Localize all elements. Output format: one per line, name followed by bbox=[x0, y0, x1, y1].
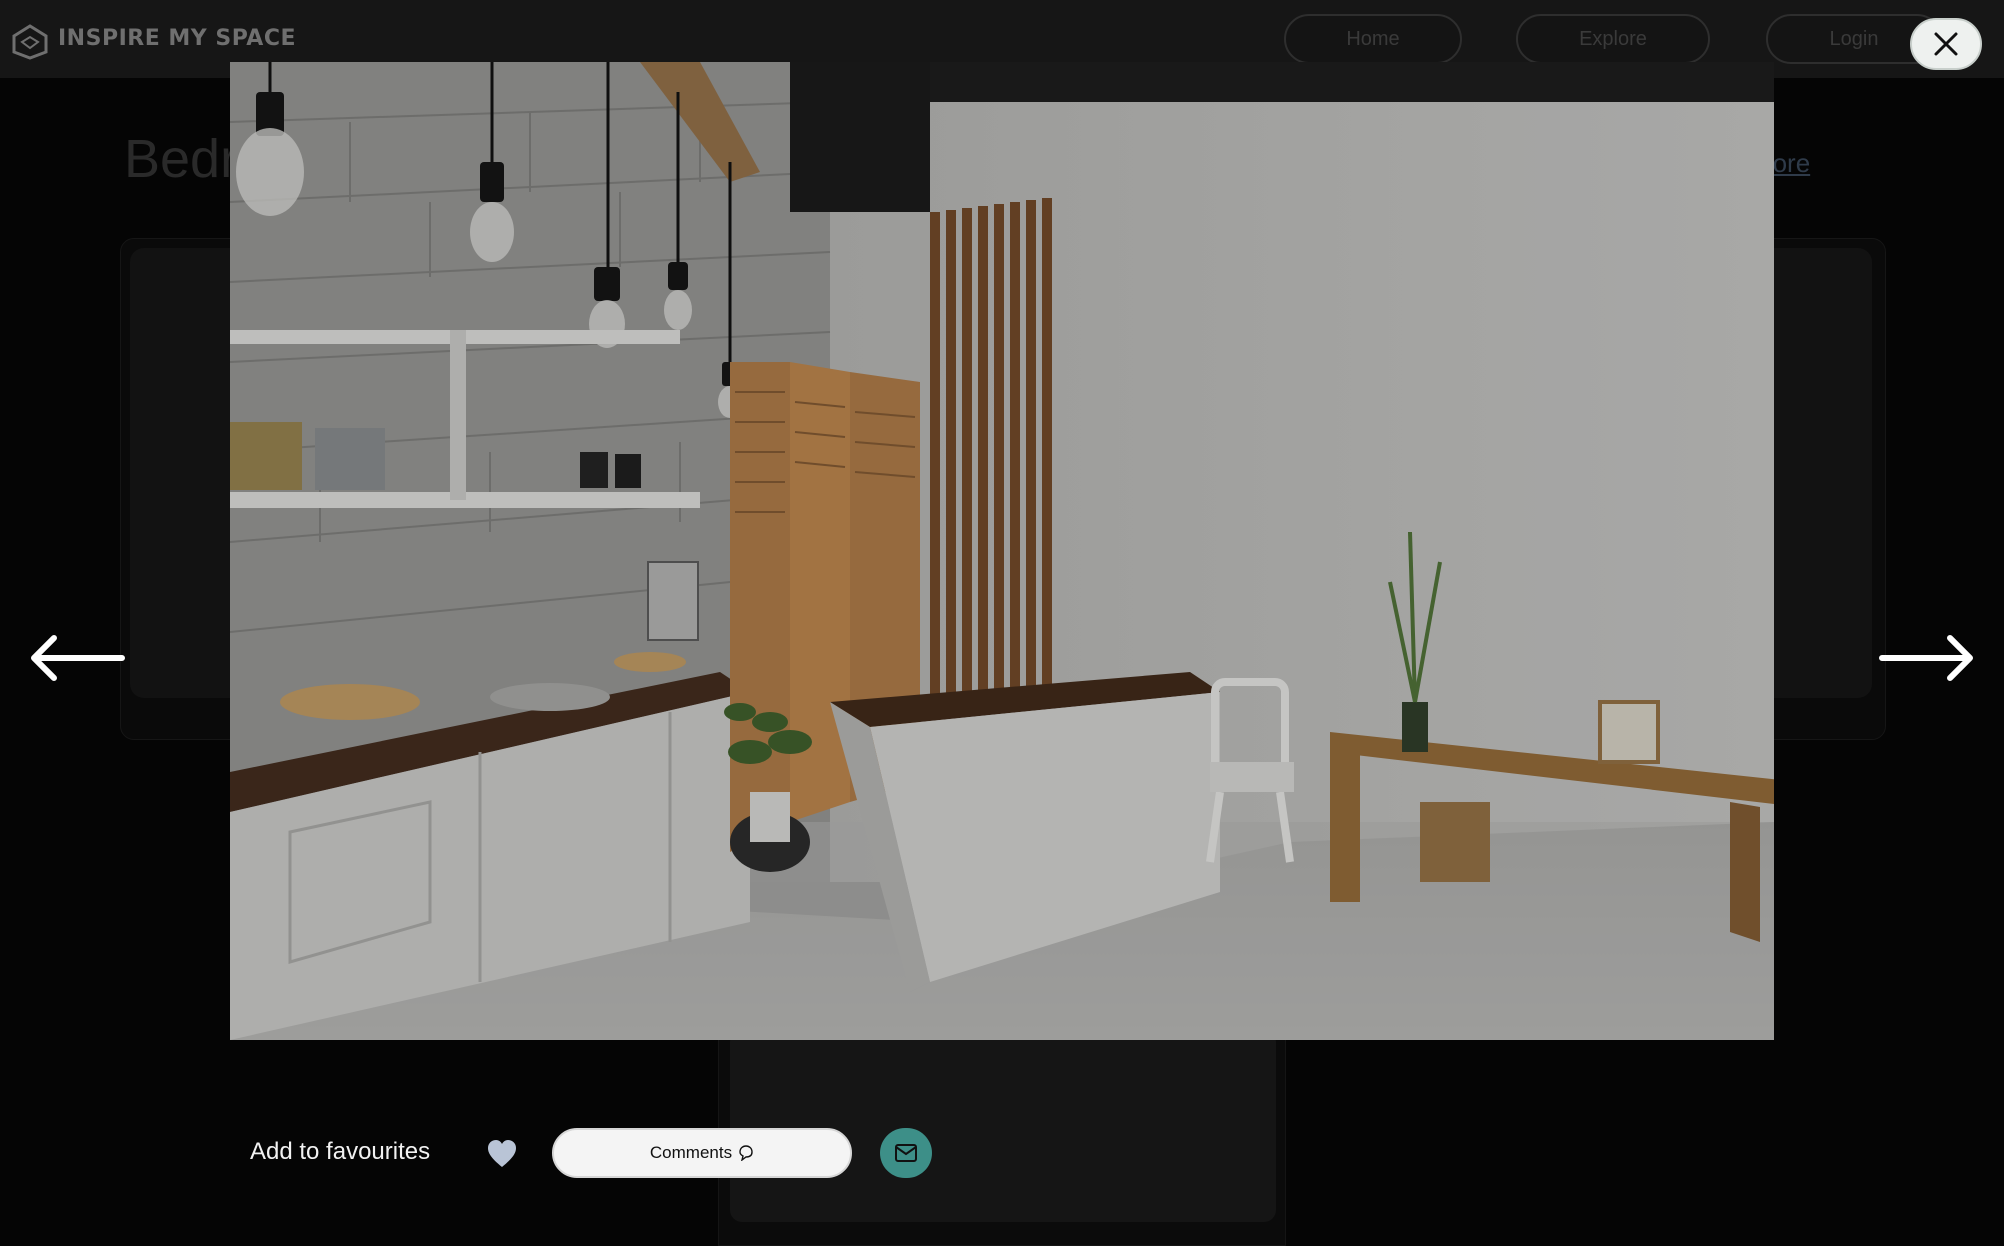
nav-home-button[interactable]: Home bbox=[1284, 14, 1462, 64]
arrow-left-icon[interactable] bbox=[26, 630, 126, 686]
mail-icon bbox=[895, 1144, 917, 1162]
gallery-image-secondary bbox=[730, 1030, 1276, 1222]
add-to-favourites-label: Add to favourites bbox=[250, 1138, 431, 1165]
nav-explore-button[interactable]: Explore bbox=[1516, 14, 1710, 64]
close-icon bbox=[1934, 32, 1958, 56]
comments-label: Comments bbox=[649, 1143, 733, 1162]
close-button[interactable] bbox=[1910, 18, 1982, 70]
comments-button[interactable]: Comments bbox=[552, 1128, 852, 1178]
logo-icon bbox=[12, 24, 48, 60]
heart-icon[interactable] bbox=[486, 1138, 518, 1170]
brand-name: INSPIRE MY SPACE bbox=[58, 26, 297, 51]
page-title: Bedr bbox=[124, 129, 239, 189]
gallery-image-right bbox=[1760, 248, 1872, 698]
arrow-right-icon[interactable] bbox=[1878, 630, 1978, 686]
room-photo bbox=[230, 62, 1774, 1040]
chat-bubble-icon bbox=[739, 1145, 753, 1161]
share-email-button[interactable] bbox=[880, 1128, 932, 1178]
